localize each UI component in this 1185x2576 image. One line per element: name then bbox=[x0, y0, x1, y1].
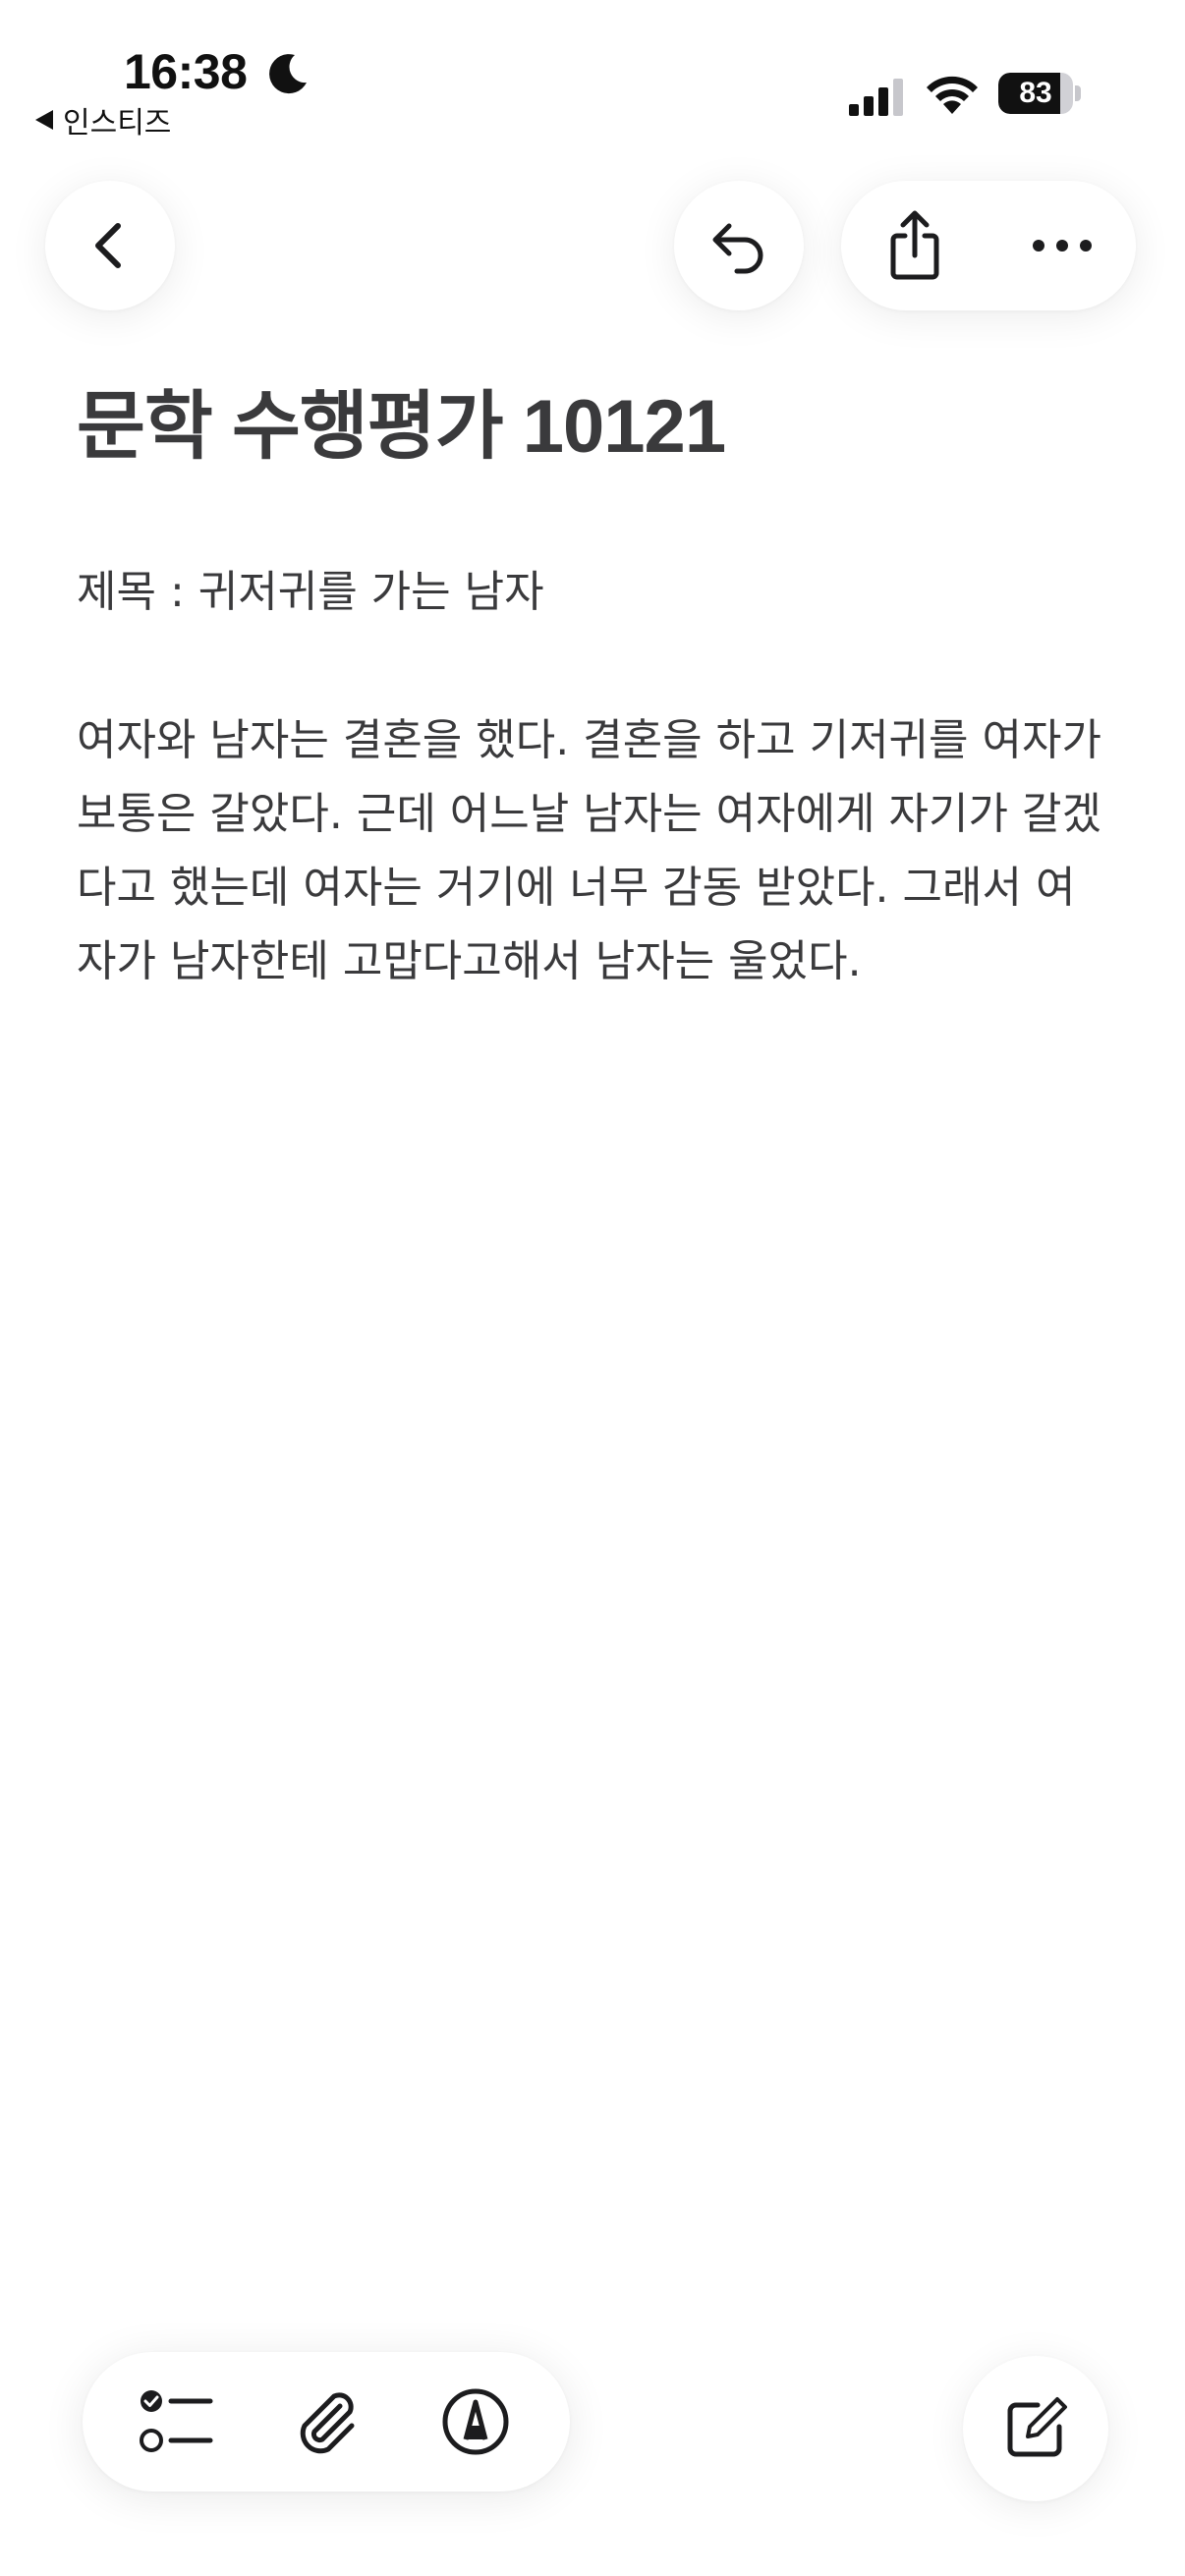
note-body[interactable]: 여자와 남자는 결혼을 했다. 결혼을 하고 기저귀를 여자가 보통은 갈았다.… bbox=[77, 703, 1108, 998]
moon-icon bbox=[269, 54, 307, 94]
back-app-label: 인스티즈 bbox=[63, 106, 172, 140]
attach-button[interactable] bbox=[262, 2358, 390, 2486]
note-subtitle[interactable]: 제목 : 귀저귀를 가는 남자 bbox=[77, 556, 1118, 619]
notes-screen: 16:38 인스티즈 83 문학 수행평가 10121 제목: 귀저귀를 가는… bbox=[0, 0, 1185, 2576]
back-to-app-link[interactable]: 인스티즈 bbox=[35, 98, 171, 141]
more-button[interactable] bbox=[997, 181, 1127, 310]
back-button[interactable] bbox=[45, 181, 175, 310]
share-button[interactable] bbox=[850, 181, 980, 310]
cellular-signal-icon bbox=[849, 79, 903, 116]
back-triangle-icon bbox=[35, 110, 53, 130]
share-icon bbox=[890, 210, 939, 280]
compose-button[interactable] bbox=[963, 2356, 1108, 2501]
battery-level-label: 83 bbox=[1019, 77, 1052, 109]
checklist-button[interactable] bbox=[113, 2358, 241, 2486]
ellipsis-icon bbox=[1033, 240, 1092, 252]
chevron-left-icon bbox=[95, 223, 121, 268]
undo-icon bbox=[712, 223, 763, 274]
bottom-toolbar bbox=[83, 2352, 570, 2492]
compose-icon bbox=[1007, 2397, 1067, 2457]
wifi-icon bbox=[927, 76, 978, 114]
undo-button[interactable] bbox=[674, 181, 804, 310]
checklist-icon bbox=[140, 2390, 213, 2452]
battery-indicator: 83 bbox=[998, 73, 1081, 114]
markup-pen-icon bbox=[442, 2388, 509, 2455]
status-time: 16:38 bbox=[124, 44, 248, 99]
paperclip-icon bbox=[300, 2392, 355, 2454]
markup-button[interactable] bbox=[412, 2358, 539, 2486]
note-title[interactable]: 문학 수행평가 10121 bbox=[77, 365, 1118, 474]
share-more-group bbox=[841, 181, 1136, 310]
